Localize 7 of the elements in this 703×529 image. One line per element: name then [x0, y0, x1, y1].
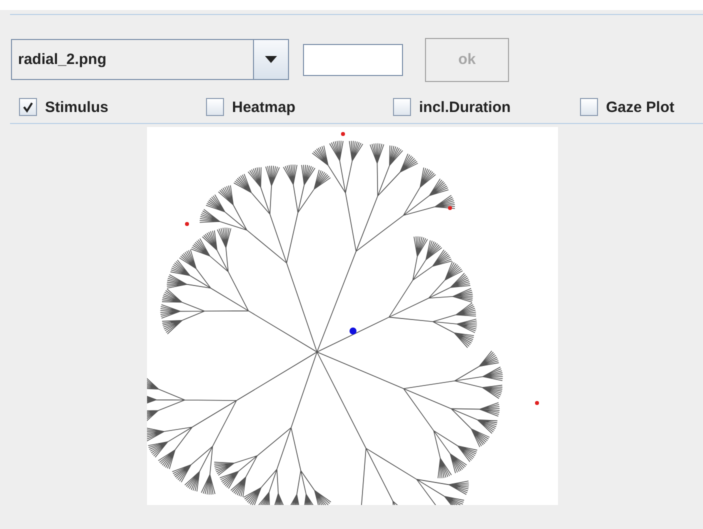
checkbox[interactable]: Stimulus: [19, 95, 206, 119]
input-field[interactable]: [303, 44, 403, 76]
checkbox[interactable]: incl.Duration: [393, 95, 580, 119]
checkbox[interactable]: Gaze Plot: [580, 95, 674, 119]
file-dropdown[interactable]: radial_2.png: [11, 39, 289, 80]
check-icon: [22, 101, 34, 113]
checkbox[interactable]: Heatmap: [206, 95, 393, 119]
